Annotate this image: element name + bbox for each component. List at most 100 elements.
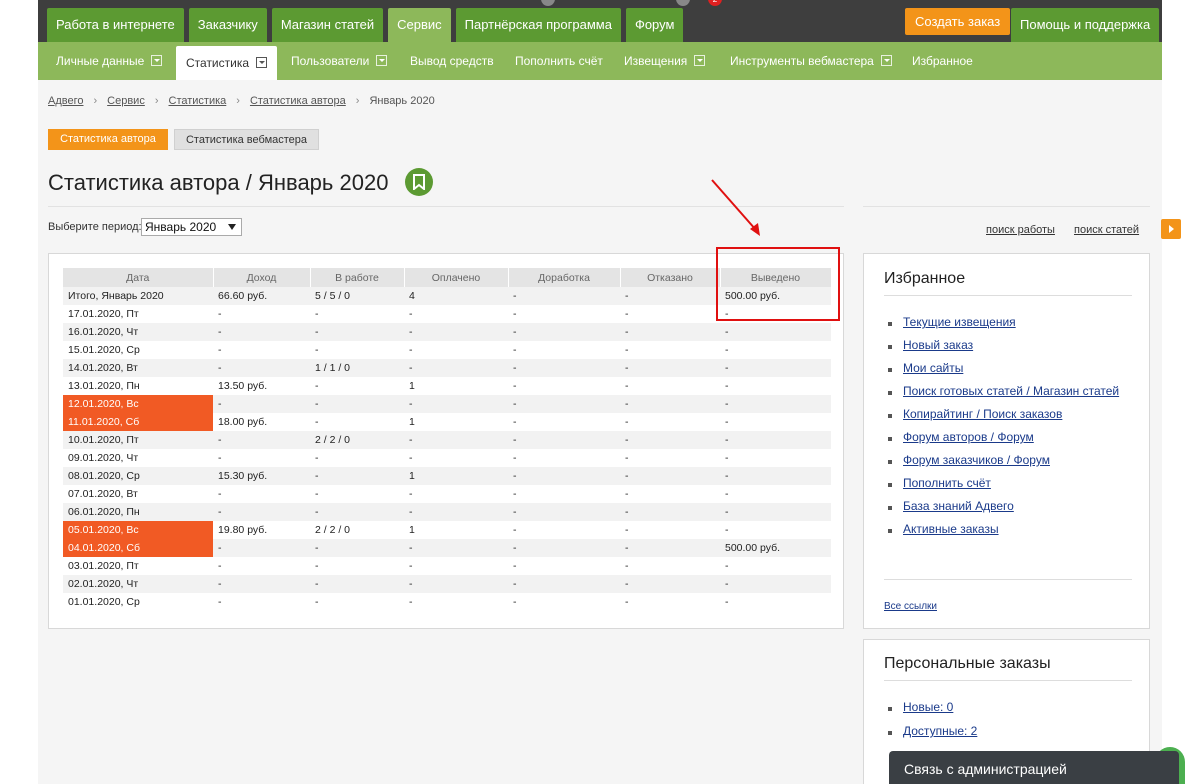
table-cell: - [508,413,620,431]
table-cell: - [620,341,720,359]
list-item[interactable]: Новые: 0 [888,700,977,715]
list-item[interactable]: Форум заказчиков / Форум [888,453,1128,468]
list-item[interactable]: Форум авторов / Форум [888,430,1128,445]
table-cell: - [404,305,508,323]
page-title: Статистика автора / Январь 2020 [48,170,389,195]
column-header: Дата [63,268,214,287]
subnav-item-top-up[interactable]: Пополнить счёт [515,42,603,80]
favorite-link[interactable]: База знаний Адвего [903,499,1014,513]
help-support-button[interactable]: Помощь и поддержка [1011,8,1160,42]
list-item[interactable]: База знаний Адвего [888,499,1128,514]
highlight-annotation [716,247,840,321]
favorite-link[interactable]: Активные заказы [903,522,999,536]
table-cell: 17.01.2020, Пт [63,305,213,323]
subnav-item-users[interactable]: Пользователи [291,42,388,80]
tab-author-stats[interactable]: Статистика автора [48,129,168,150]
list-item[interactable]: Текущие извещения [888,315,1128,330]
table-cell: - [620,377,720,395]
table-cell: 15.01.2020, Ср [63,341,213,359]
table-cell: - [213,305,310,323]
nav-tab-customer[interactable]: Заказчику [188,8,267,42]
list-item[interactable]: Мои сайты [888,361,1128,376]
table-cell: - [620,557,720,575]
breadcrumb-link[interactable]: Статистика автора [250,95,346,107]
table-cell: - [720,377,831,395]
table-cell: - [620,503,720,521]
personal-orders-new-link[interactable]: Новые: 0 [903,700,953,714]
subnav-item-statistics[interactable]: Статистика [176,46,278,80]
subnav-item-personal-data[interactable]: Личные данные [56,42,163,80]
subnav-item-notifications[interactable]: Извещения [624,42,706,80]
chevron-down-icon[interactable] [880,55,892,66]
table-cell: - [508,503,620,521]
favorite-link[interactable]: Новый заказ [903,338,973,352]
nav-tab-service[interactable]: Сервис [388,8,451,42]
table-cell: - [620,539,720,557]
table-cell: - [404,449,508,467]
table-cell: - [720,323,831,341]
list-item[interactable]: Активные заказы [888,522,1128,537]
table-cell: - [508,431,620,449]
list-item[interactable]: Доступные: 2 [888,724,977,739]
sub-nav: Личные данные Статистика Пользователи Вы… [38,42,1162,80]
breadcrumb-separator: › [154,95,159,107]
list-item[interactable]: Копирайтинг / Поиск заказов [888,407,1128,422]
subnav-item-favorites[interactable]: Избранное [912,42,973,80]
table-row: 01.01.2020, Ср - - - - - - [63,593,831,611]
favorite-link[interactable]: Форум авторов / Форум [903,430,1034,444]
personal-orders-list: Новые: 0 Доступные: 2 [888,700,977,748]
table-cell: 01.01.2020, Ср [63,593,213,611]
chevron-down-icon[interactable] [694,55,706,66]
table-cell: - [404,503,508,521]
breadcrumb-link[interactable]: Статистика [169,95,227,107]
chevron-down-icon[interactable] [256,57,268,68]
create-order-button[interactable]: Создать заказ [905,8,1011,35]
table-row: 16.01.2020, Чт - - - - - - [63,323,831,341]
list-item[interactable]: Новый заказ [888,338,1128,353]
personal-orders-available-link[interactable]: Доступные: 2 [903,724,977,738]
table-cell: - [310,557,404,575]
period-value: Январь 2020 [145,220,217,234]
table-cell: - [508,323,620,341]
subnav-label: Пользователи [291,54,370,68]
nav-tab-partner-program[interactable]: Партнёрская программа [455,8,621,42]
divider [884,579,1132,580]
tab-webmaster-stats[interactable]: Статистика вебмастера [174,129,319,150]
personal-orders-title: Персональные заказы [884,655,1051,672]
breadcrumb-link[interactable]: Адвего [48,95,83,107]
table-cell: - [508,467,620,485]
chevron-down-icon[interactable] [376,55,388,66]
table-cell: - [620,521,720,539]
contact-admin-button[interactable]: Связь с администрацией [889,751,1179,784]
favorite-link[interactable]: Пополнить счёт [903,476,991,490]
table-cell: - [213,593,310,611]
table-cell: - [404,485,508,503]
breadcrumb-link[interactable]: Сервис [107,95,145,107]
subnav-item-webmaster-tools[interactable]: Инструменты вебмастера [730,42,892,80]
favorite-link[interactable]: Мои сайты [903,361,963,375]
favorite-link[interactable]: Поиск готовых статей / Магазин статей [903,384,1119,398]
nav-tab-forum[interactable]: Форум [625,8,684,42]
favorite-link[interactable]: Текущие извещения [903,315,1016,329]
table-cell: - [508,395,620,413]
arrow-annotation-icon [711,179,760,236]
table-cell: 5 / 5 / 0 [310,287,404,305]
subnav-item-withdraw[interactable]: Вывод средств [410,42,494,80]
table-cell: - [620,575,720,593]
nav-tab-article-shop[interactable]: Магазин статей [271,8,384,42]
nav-tab-internet-work[interactable]: Работа в интернете [47,8,184,42]
list-item[interactable]: Поиск готовых статей / Магазин статей [888,384,1128,399]
favorite-link[interactable]: Форум заказчиков / Форум [903,453,1050,467]
search-articles-link[interactable]: поиск статей [1074,224,1139,236]
period-select[interactable]: Январь 2020 [141,218,242,236]
chevron-down-icon[interactable] [151,55,163,66]
table-cell: - [508,539,620,557]
table-cell: - [310,395,404,413]
table-cell: - [620,413,720,431]
list-item[interactable]: Пополнить счёт [888,476,1128,491]
search-work-link[interactable]: поиск работы [986,224,1055,236]
all-links-link[interactable]: Все ссылки [884,601,937,612]
bookmark-button[interactable] [405,168,433,196]
favorite-link[interactable]: Копирайтинг / Поиск заказов [903,407,1062,421]
sidebar-toggle-icon[interactable] [1161,219,1181,239]
